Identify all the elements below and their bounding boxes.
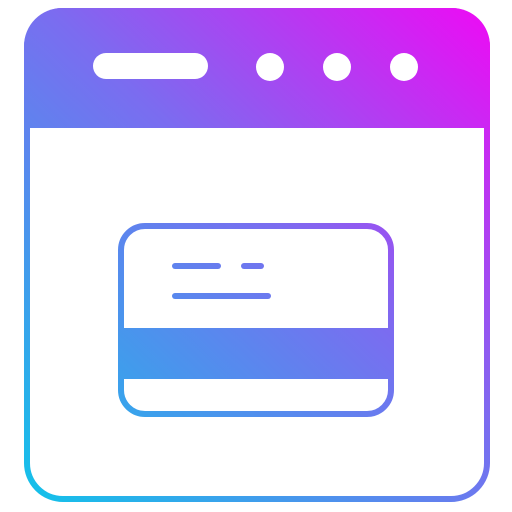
card-outline [118,223,394,417]
browser-window-credit-card-icon [24,8,490,502]
card-magnetic-stripe [121,328,391,379]
window-dot-icon [323,53,351,81]
window-dot-icon [390,53,418,81]
window-dot-icon [256,53,284,81]
address-bar-pill-icon [93,53,208,79]
credit-card-icon [118,223,394,417]
icon-canvas [0,0,512,512]
